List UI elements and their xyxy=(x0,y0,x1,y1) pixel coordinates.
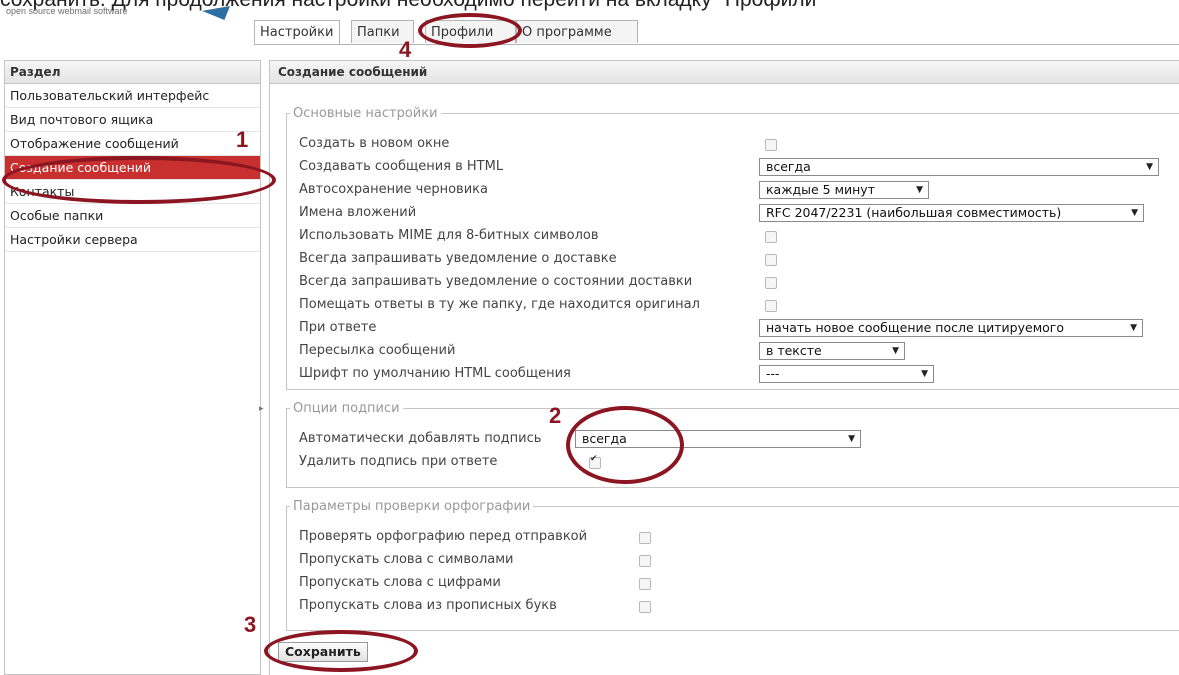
sidebar-item-mailbox-view[interactable]: Вид почтового ящика xyxy=(5,108,260,132)
ignore-caps-checkbox[interactable] xyxy=(639,601,651,613)
select-value: начать новое сообщение после цитируемого xyxy=(766,320,1064,335)
row-label: Создавать сообщения в HTML xyxy=(299,159,504,174)
ignore-numbers-checkbox[interactable] xyxy=(639,578,651,590)
select-value: каждые 5 минут xyxy=(766,182,875,197)
sections-sidebar: Раздел Пользовательский интерфейс Вид по… xyxy=(4,60,261,675)
signature-legend: Опции подписи xyxy=(293,401,400,416)
dropdown-arrow-icon: ▼ xyxy=(1146,162,1153,172)
new-window-checkbox[interactable] xyxy=(765,139,777,151)
annotation-number-1: 1 xyxy=(236,127,249,152)
row-label: При ответе xyxy=(299,320,377,335)
annotation-number-3: 3 xyxy=(244,612,257,637)
dropdown-arrow-icon: ▼ xyxy=(921,369,928,379)
row-label: Пересылка сообщений xyxy=(299,343,456,358)
select-value: RFC 2047/2231 (наибольшая совместимость) xyxy=(766,205,1062,220)
section-title: Создание сообщений xyxy=(270,61,1179,84)
row-label: Пропускать слова из прописных букв xyxy=(299,598,557,613)
signature-fieldset: Опции подписи Автоматически добавлять по… xyxy=(286,401,1179,488)
dropdown-arrow-icon: ▼ xyxy=(916,185,923,195)
row-label: Автосохранение черновика xyxy=(299,182,488,197)
annotation-ellipse-signature xyxy=(566,406,684,484)
basic-settings-legend: Основные настройки xyxy=(293,106,438,121)
spell-before-send-checkbox[interactable] xyxy=(639,532,651,544)
tabs-divider xyxy=(254,44,1179,45)
row-label: Удалить подпись при ответе xyxy=(299,454,498,469)
sidebar-item-user-interface[interactable]: Пользовательский интерфейс xyxy=(5,84,260,108)
annotation-ellipse-identities-tab xyxy=(418,13,522,48)
row-label: Всегда запрашивать уведомление о состоян… xyxy=(299,274,693,289)
delivery-status-checkbox[interactable] xyxy=(765,277,777,289)
spellcheck-fieldset: Параметры проверки орфографии Проверять … xyxy=(286,499,1179,631)
row-label: Помещать ответы в ту же папку, где наход… xyxy=(299,297,700,312)
spellcheck-legend: Параметры проверки орфографии xyxy=(293,499,531,514)
annotation-number-2: 2 xyxy=(549,403,562,428)
row-label: Шрифт по умолчанию HTML сообщения xyxy=(299,366,571,381)
logo-tagline: open source webmail software xyxy=(6,6,128,16)
attachment-names-select[interactable]: RFC 2047/2231 (наибольшая совместимость)… xyxy=(759,204,1144,222)
settings-main-panel: Создание сообщений Основные настройки Со… xyxy=(269,60,1179,675)
select-value: --- xyxy=(766,366,780,381)
annotation-number-4: 4 xyxy=(399,37,412,62)
row-label: Пропускать слова с символами xyxy=(299,552,514,567)
sidebar-item-special-folders[interactable]: Особые папки xyxy=(5,204,260,228)
row-label: Пропускать слова с цифрами xyxy=(299,575,501,590)
reply-mode-select[interactable]: начать новое сообщение после цитируемого… xyxy=(759,319,1143,337)
annotation-ellipse-composing xyxy=(2,156,276,204)
row-label: Имена вложений xyxy=(299,205,417,220)
ignore-symbols-checkbox[interactable] xyxy=(639,555,651,567)
row-label: Автоматически добавлять подпись xyxy=(299,431,542,446)
default-font-select[interactable]: --- ▼ xyxy=(759,365,934,383)
tab-about[interactable]: О программе xyxy=(516,20,638,43)
basic-settings-fieldset: Основные настройки Создать в новом окне … xyxy=(286,106,1179,390)
select-value: в тексте xyxy=(766,343,822,358)
forward-mode-select[interactable]: в тексте ▼ xyxy=(759,342,905,360)
draft-autosave-select[interactable]: каждые 5 минут ▼ xyxy=(759,181,929,199)
instruction-caption: сохранить. Для продолжения настройки нео… xyxy=(0,0,1179,12)
row-label: Всегда запрашивать уведомление о доставк… xyxy=(299,251,617,266)
sidebar-item-message-display[interactable]: Отображение сообщений xyxy=(5,132,260,156)
dropdown-arrow-icon: ▼ xyxy=(892,346,899,356)
dropdown-arrow-icon: ▼ xyxy=(1131,208,1138,218)
dropdown-arrow-icon: ▼ xyxy=(848,434,855,444)
mime-8bit-checkbox[interactable] xyxy=(765,231,777,243)
delivery-receipt-checkbox[interactable] xyxy=(765,254,777,266)
row-label: Использовать MIME для 8-битных символов xyxy=(299,228,599,243)
html-compose-select[interactable]: всегда ▼ xyxy=(759,158,1159,176)
select-value: всегда xyxy=(766,159,811,174)
tab-settings[interactable]: Настройки xyxy=(254,20,340,45)
row-label: Создать в новом окне xyxy=(299,136,450,151)
sidebar-header: Раздел xyxy=(5,61,260,84)
sidebar-item-server-settings[interactable]: Настройки сервера xyxy=(5,228,260,252)
dropdown-arrow-icon: ▼ xyxy=(1130,323,1137,333)
splitter-handle-icon[interactable]: ▸ xyxy=(259,404,264,414)
reply-same-folder-checkbox[interactable] xyxy=(765,300,777,312)
annotation-ellipse-save xyxy=(264,630,418,672)
row-label: Проверять орфографию перед отправкой xyxy=(299,529,588,544)
